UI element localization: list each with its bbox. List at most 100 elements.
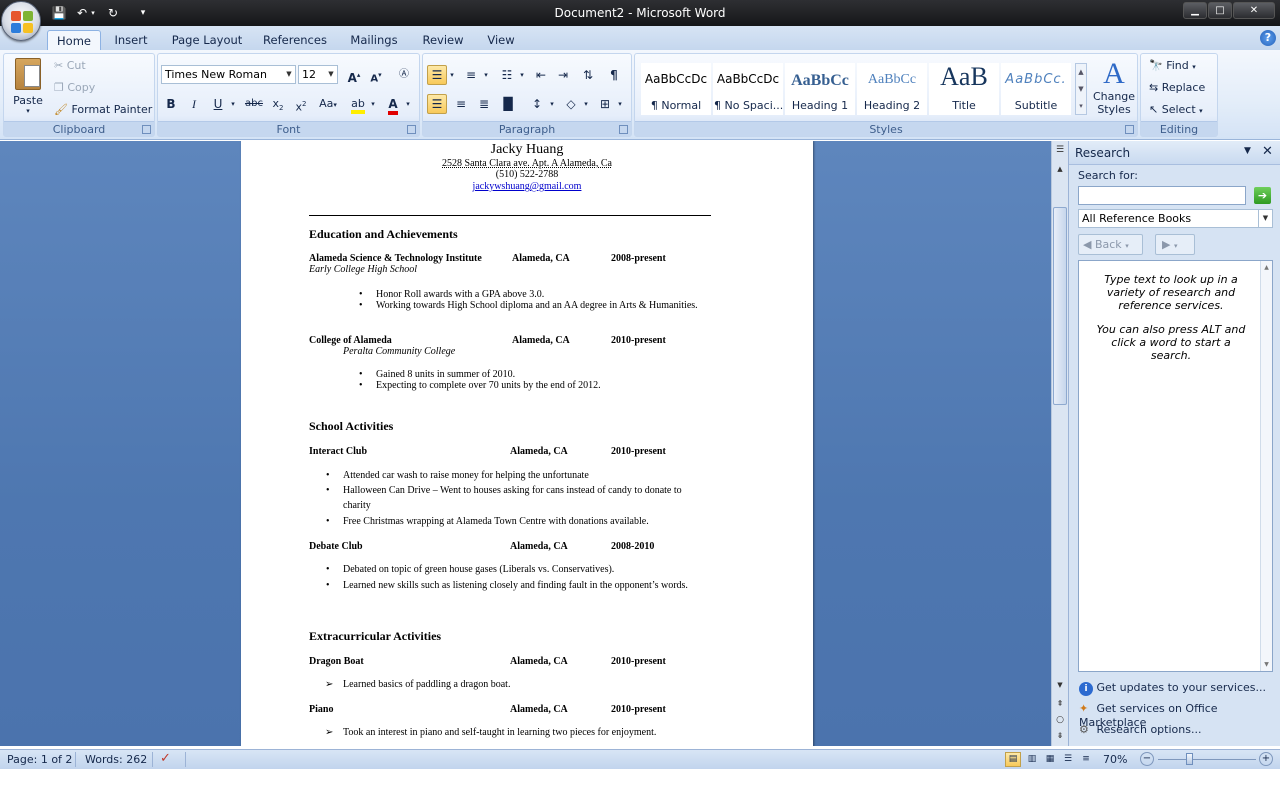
bullets-icon[interactable]: ☰ xyxy=(427,65,447,85)
zoom-level[interactable]: 70% xyxy=(1103,753,1127,766)
close-button[interactable]: ✕ xyxy=(1233,2,1275,19)
multilevel-dropdown-icon[interactable]: ▾ xyxy=(517,65,527,85)
change-styles-button[interactable]: A Change Styles xyxy=(1091,58,1137,122)
minimize-button[interactable]: ▁ xyxy=(1183,2,1207,19)
office-button[interactable] xyxy=(1,1,41,41)
zoom-slider-thumb[interactable] xyxy=(1186,753,1193,765)
multilevel-list-icon[interactable]: ☷ xyxy=(497,65,517,85)
decrease-indent-icon[interactable]: ⇤ xyxy=(531,65,551,85)
outline-icon[interactable]: ☰ xyxy=(1060,752,1076,767)
shrink-font-button[interactable]: A▾ xyxy=(366,65,386,85)
style-subtitle[interactable]: AaBbCc. Subtitle xyxy=(1001,63,1071,115)
grow-font-button[interactable]: A▴ xyxy=(344,65,364,85)
cut-button[interactable]: ✂ Cut xyxy=(54,59,86,72)
ruler-toggle-icon[interactable]: ☰ xyxy=(1054,145,1066,159)
redo-icon[interactable]: ↻ xyxy=(104,4,122,22)
font-color-dropdown-icon[interactable]: ▾ xyxy=(403,94,413,114)
font-size-combo[interactable]: 12 ▼ xyxy=(298,65,338,84)
print-layout-icon[interactable]: ▤ xyxy=(1005,752,1021,767)
bullets-dropdown-icon[interactable]: ▾ xyxy=(447,65,457,85)
line-spacing-icon[interactable]: ↕ xyxy=(527,94,547,114)
maximize-button[interactable]: □ xyxy=(1208,2,1232,19)
font-color-icon[interactable]: A xyxy=(383,94,403,115)
zoom-in-icon[interactable]: + xyxy=(1259,752,1273,766)
sort-icon[interactable]: ⇅ xyxy=(578,65,598,85)
replace-button[interactable]: ⇆ Replace xyxy=(1149,81,1205,94)
chevron-down-icon[interactable]: ▼ xyxy=(1076,81,1086,98)
tab-mailings[interactable]: Mailings xyxy=(343,30,405,50)
tab-home[interactable]: Home xyxy=(47,30,101,51)
paste-button[interactable]: Paste ▾ xyxy=(8,58,48,118)
select-browse-object-icon[interactable]: ○ xyxy=(1054,715,1066,727)
full-screen-reading-icon[interactable]: ▥ xyxy=(1024,752,1040,767)
zoom-out-icon[interactable]: − xyxy=(1140,752,1154,766)
proofing-icon[interactable]: ✓ xyxy=(160,751,171,766)
scroll-thumb[interactable] xyxy=(1053,207,1067,405)
highlight-icon[interactable]: ab xyxy=(348,94,368,114)
previous-page-icon[interactable]: ⇞ xyxy=(1054,699,1066,711)
highlight-dropdown-icon[interactable]: ▾ xyxy=(368,94,378,114)
superscript-button[interactable]: x2 xyxy=(291,94,311,114)
document-page[interactable]: Jacky Huang 2528 Santa Clara ave. Apt. A… xyxy=(241,141,813,746)
results-scrollbar[interactable]: ▲ ▼ xyxy=(1260,261,1272,671)
tab-review[interactable]: Review xyxy=(416,30,470,50)
find-button[interactable]: 🔭 Find ▾ xyxy=(1149,59,1196,72)
borders-icon[interactable]: ⊞ xyxy=(595,94,615,114)
chevron-down-icon[interactable]: ▼ xyxy=(1261,661,1272,668)
align-right-icon[interactable]: ≣ xyxy=(474,94,494,114)
chevron-down-icon[interactable]: ▼ xyxy=(1054,681,1066,693)
next-page-icon[interactable]: ⇟ xyxy=(1054,731,1066,743)
underline-dropdown-icon[interactable]: ▾ xyxy=(228,94,238,114)
style-title[interactable]: AaB Title xyxy=(929,62,999,115)
clear-formatting-button[interactable]: Ⓐ xyxy=(394,65,414,85)
pane-options-icon[interactable]: ▼ xyxy=(1244,146,1251,156)
clipboard-launcher-icon[interactable] xyxy=(142,125,151,134)
justify-icon[interactable]: █ xyxy=(498,94,518,114)
styles-launcher-icon[interactable] xyxy=(1125,125,1134,134)
tab-references[interactable]: References xyxy=(259,30,331,50)
tab-page-layout[interactable]: Page Layout xyxy=(166,30,248,50)
resume-email-link[interactable]: jackywshuang@gmail.com xyxy=(241,181,813,192)
change-case-button[interactable]: Aa▾ xyxy=(315,94,341,114)
subscript-button[interactable]: x2 xyxy=(268,94,288,114)
draft-icon[interactable]: ≡ xyxy=(1078,752,1094,767)
paragraph-launcher-icon[interactable] xyxy=(619,125,628,134)
numbering-dropdown-icon[interactable]: ▾ xyxy=(481,65,491,85)
align-center-icon[interactable]: ≡ xyxy=(451,94,471,114)
select-button[interactable]: ↖ Select ▾ xyxy=(1149,103,1203,116)
get-updates-link[interactable]: i Get updates to your services... xyxy=(1079,681,1266,696)
style-no-spacing[interactable]: AaBbCcDc ¶ No Spaci... xyxy=(713,63,783,115)
numbering-icon[interactable]: ≡ xyxy=(461,65,481,85)
underline-button[interactable]: U xyxy=(208,94,228,114)
back-button[interactable]: ◀ Back ▾ xyxy=(1078,234,1143,255)
research-search-input[interactable] xyxy=(1078,186,1246,205)
strikethrough-button[interactable]: abc xyxy=(244,94,264,114)
help-icon[interactable]: ? xyxy=(1260,30,1276,46)
chevron-up-icon[interactable]: ▲ xyxy=(1261,264,1272,271)
style-normal[interactable]: AaBbCcDc ¶ Normal xyxy=(641,63,711,115)
search-go-icon[interactable]: ➔ xyxy=(1254,187,1271,204)
web-layout-icon[interactable]: ▦ xyxy=(1042,752,1058,767)
font-launcher-icon[interactable] xyxy=(407,125,416,134)
font-name-combo[interactable]: Times New Roman ▼ xyxy=(161,65,296,84)
tab-insert[interactable]: Insert xyxy=(108,30,154,50)
copy-button[interactable]: ❐ Copy xyxy=(54,81,95,94)
customize-qat-icon[interactable]: ▾ xyxy=(134,4,152,22)
forward-button[interactable]: ▶ ▾ xyxy=(1155,234,1195,255)
italic-button[interactable]: I xyxy=(184,94,204,114)
tab-view[interactable]: View xyxy=(480,30,522,50)
research-options-link[interactable]: ⚙ Research options... xyxy=(1079,723,1201,737)
zoom-slider-track[interactable] xyxy=(1158,759,1256,760)
bold-button[interactable]: B xyxy=(161,94,181,114)
format-painter-button[interactable]: 🖌 Format Painter xyxy=(54,103,152,116)
shading-icon[interactable]: ◇ xyxy=(561,94,581,114)
undo-dropdown-icon[interactable]: ▾ xyxy=(88,4,98,22)
align-left-icon[interactable]: ☰ xyxy=(427,94,447,114)
line-spacing-dropdown-icon[interactable]: ▾ xyxy=(547,94,557,114)
vertical-scrollbar[interactable]: ☰ ▲ ▼ ⇞ ○ ⇟ xyxy=(1051,141,1068,746)
borders-dropdown-icon[interactable]: ▾ xyxy=(615,94,625,114)
chevron-up-icon[interactable]: ▲ xyxy=(1076,64,1086,81)
more-styles-icon[interactable]: ▾ xyxy=(1076,98,1086,114)
increase-indent-icon[interactable]: ⇥ xyxy=(553,65,573,85)
show-formatting-icon[interactable]: ¶ xyxy=(604,65,624,85)
